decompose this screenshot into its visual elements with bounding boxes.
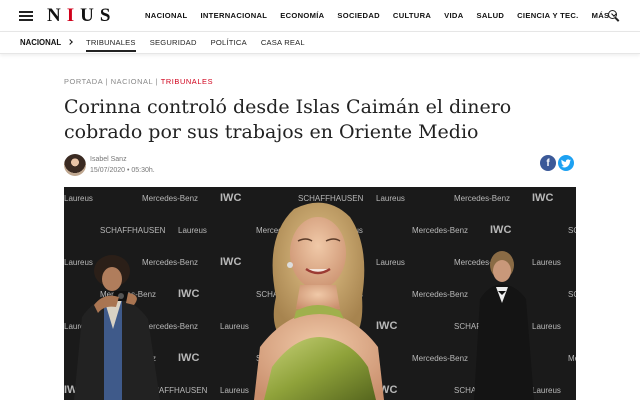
- sub-nav: NACIONAL TRIBUNALES SEGURIDAD POLÍTICA C…: [0, 31, 640, 54]
- time-value: 05:30h.: [131, 167, 155, 174]
- sponsor-logo-text: Laureus: [532, 322, 561, 331]
- sponsor-logo-text: IWC: [178, 352, 199, 364]
- publish-date: 15/07/2020 • 05:30h.: [90, 167, 155, 174]
- share-buttons: f: [540, 155, 574, 171]
- sponsor-logo-text: IWC: [532, 192, 553, 204]
- sponsor-logo-text: Mercedes-Benz: [412, 226, 468, 235]
- subnav-item-politica[interactable]: POLÍTICA: [211, 38, 247, 47]
- nav-item-sociedad[interactable]: SOCIEDAD: [337, 11, 379, 20]
- sponsor-logo-text: SCHAFFHAUSEN: [568, 290, 576, 299]
- date-value: 15/07/2020: [90, 167, 126, 174]
- sponsor-logo-text: Laureus: [532, 386, 561, 395]
- menu-icon[interactable]: [19, 11, 33, 21]
- sponsor-logo-text: Mercedes-Benz: [568, 354, 576, 363]
- breadcrumb-current[interactable]: TRIBUNALES: [161, 77, 213, 86]
- sponsor-logo-text: IWC: [220, 256, 241, 268]
- sponsor-logo-text: Laureus: [376, 194, 405, 203]
- sponsor-logo-text: Laureus: [532, 258, 561, 267]
- sponsor-logo-text: IWC: [376, 320, 397, 332]
- sponsor-logo-text: Laureus: [376, 258, 405, 267]
- nav-item-vida[interactable]: VIDA: [444, 11, 463, 20]
- sponsor-logo-text: Laureus: [64, 258, 93, 267]
- breadcrumb-section[interactable]: NACIONAL: [111, 77, 153, 86]
- sponsor-logo-text: Mercedes-Benz: [142, 322, 198, 331]
- subnav-item-tribunales[interactable]: TRIBUNALES: [86, 38, 136, 52]
- top-header: NIUS NACIONAL INTERNACIONAL ECONOMÍA SOC…: [0, 0, 640, 31]
- facebook-share-icon[interactable]: f: [540, 155, 556, 171]
- sponsor-logo-text: Laureus: [220, 322, 249, 331]
- nav-item-cultura[interactable]: CULTURA: [393, 11, 431, 20]
- nav-item-nacional[interactable]: NACIONAL: [145, 11, 187, 20]
- chevron-right-icon: [67, 39, 73, 45]
- byline: Isabel Sanz 15/07/2020 • 05:30h. f: [64, 154, 574, 178]
- hero-photo-illustration: Laureus Mercedes-Benz IWC SCHAFFHAUSEN Laure…: [64, 187, 576, 400]
- sponsor-logo-text: Mercedes-Benz: [412, 354, 468, 363]
- main-nav: NACIONAL INTERNACIONAL ECONOMÍA SOCIEDAD…: [145, 11, 629, 20]
- sponsor-logo-text: Laureus: [220, 386, 249, 395]
- subnav-section-title[interactable]: NACIONAL: [20, 38, 61, 47]
- nav-more-label: MÁS: [591, 11, 610, 20]
- nav-item-ciencia[interactable]: CIENCIA Y TEC.: [517, 11, 578, 20]
- author-name[interactable]: Isabel Sanz: [90, 156, 127, 163]
- sponsor-logo-text: Laureus: [64, 194, 93, 203]
- article-hero-image: Laureus Mercedes-Benz IWC SCHAFFHAUSEN Laure…: [64, 187, 576, 400]
- search-icon[interactable]: [608, 10, 620, 22]
- nav-item-economia[interactable]: ECONOMÍA: [280, 11, 324, 20]
- sponsor-logo-text: Mercedes-Benz: [142, 194, 198, 203]
- breadcrumb: PORTADA | NACIONAL | TRIBUNALES: [64, 77, 213, 86]
- site-logo[interactable]: NIUS: [47, 5, 116, 27]
- sponsor-logo-text: IWC: [490, 224, 511, 236]
- sponsor-logo-text: SCHAFFHAUSEN: [568, 226, 576, 235]
- author-avatar: [64, 154, 86, 176]
- sponsor-logo-text: IWC: [220, 192, 241, 204]
- nav-item-salud[interactable]: SALUD: [476, 11, 504, 20]
- sponsor-logo-text: Mercedes-Benz: [142, 258, 198, 267]
- sponsor-logo-text: SCHAFFHAUSEN: [100, 226, 166, 235]
- sponsor-logo-text: SCHAFFHAUSEN: [298, 194, 364, 203]
- sponsor-logo-text: IWC: [178, 288, 199, 300]
- sponsor-logo-text: Mercedes-Benz: [454, 194, 510, 203]
- nav-item-internacional[interactable]: INTERNACIONAL: [200, 11, 267, 20]
- sponsor-logo-text: Laureus: [178, 226, 207, 235]
- subnav-item-casa-real[interactable]: CASA REAL: [261, 38, 305, 47]
- twitter-share-icon[interactable]: [558, 155, 574, 171]
- subnav-item-seguridad[interactable]: SEGURIDAD: [150, 38, 197, 47]
- article-headline: Corinna controló desde Islas Caimán el d…: [64, 96, 512, 143]
- sponsor-logo-text: Mercedes-Benz: [412, 290, 468, 299]
- breadcrumb-home[interactable]: PORTADA: [64, 77, 103, 86]
